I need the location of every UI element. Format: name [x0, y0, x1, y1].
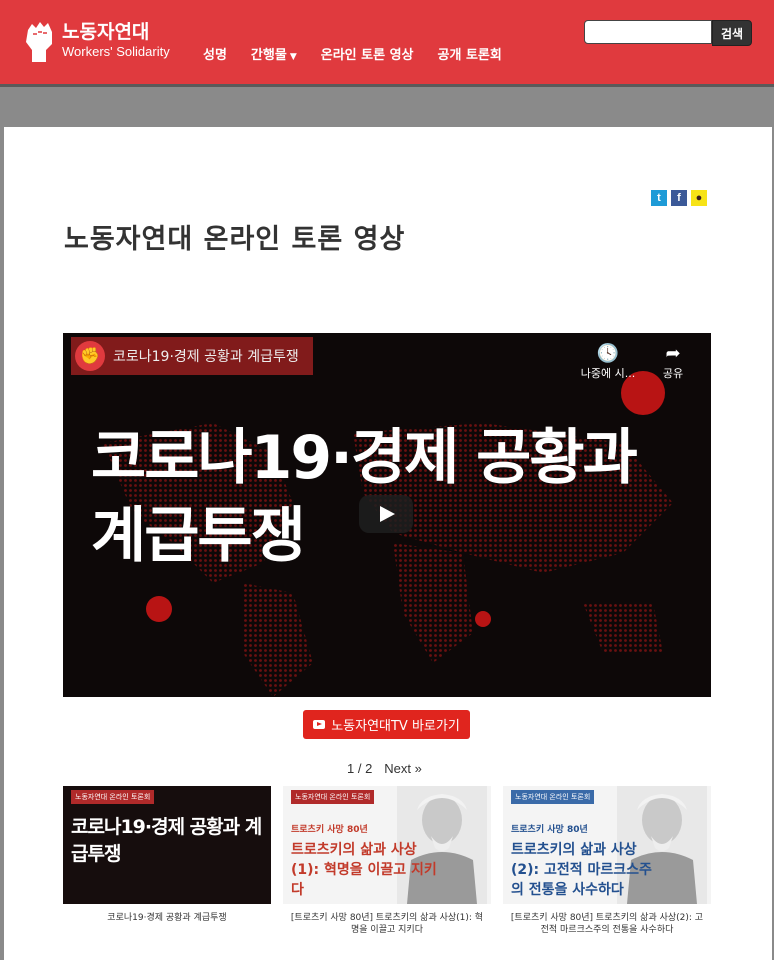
raised-fist-icon — [26, 22, 52, 62]
site-logo[interactable]: 노동자연대 Workers' Solidarity — [22, 18, 170, 64]
nav-item-label: 온라인 토론 영상 — [320, 48, 414, 63]
nav-item-public-forums[interactable]: 공개 토론회 — [438, 44, 502, 63]
video-share-button[interactable]: ➦ 공유 — [653, 343, 693, 381]
youtube-icon — [313, 720, 326, 729]
header-divider — [0, 84, 774, 87]
watch-later-button[interactable]: 🕓 나중에 시... — [573, 343, 643, 381]
thumbnail-subtitle: 트로츠키 사망 80년 — [291, 825, 368, 835]
nav-item-label: 성명 — [203, 48, 227, 63]
thumbnail-tag: 노동자연대 온라인 토론회 — [291, 790, 375, 804]
video-channel-bar[interactable]: ✊ 코로나19·경제 공황과 계급투쟁 — [71, 337, 313, 375]
site-header: 노동자연대 Workers' Solidarity 성명 간행물 ▼ 온라인 토론… — [0, 0, 774, 84]
video-card-title[interactable]: 코로나19·경제 공황과 계급투쟁 — [63, 912, 271, 924]
pagination: 1 / 2 Next » — [347, 761, 422, 776]
next-page-link[interactable]: Next » — [384, 761, 422, 776]
thumbnail-headline: 트로츠키의 삶과 사상(1): 혁명을 이끌고 지키다 — [291, 842, 437, 898]
video-card[interactable]: 노동자연대 온라인 토론회 트로츠키 사망 80년 트로츠키의 삶과 사상(2)… — [503, 786, 711, 936]
thumbnail-tag: 노동자연대 온라인 토론회 — [71, 790, 155, 804]
video-title[interactable]: 코로나19·경제 공황과 계급투쟁 — [113, 346, 299, 366]
video-share-label: 공유 — [662, 367, 684, 380]
video-card-title[interactable]: [트로츠키 사망 80년] 트로츠키의 삶과 사상(1): 혁명을 이끌고 지키… — [283, 912, 491, 936]
video-card[interactable]: 노동자연대 온라인 토론회 코로나19·경제 공황과 계급투쟁 코로나19·경제… — [63, 786, 271, 924]
clock-icon: 🕓 — [596, 343, 620, 364]
nav-item-online-videos[interactable]: 온라인 토론 영상 — [321, 44, 414, 63]
play-button[interactable] — [359, 495, 413, 533]
nav-item-publications[interactable]: 간행물 ▼ — [251, 44, 297, 63]
chevron-down-icon: ▼ — [289, 52, 297, 62]
page-title: 노동자연대 온라인 토론 영상 — [64, 224, 406, 255]
video-card[interactable]: 노동자연대 온라인 토론회 트로츠키 사망 80년 트로츠키의 삶과 사상(1)… — [283, 786, 491, 936]
video-thumbnail[interactable]: 노동자연대 온라인 토론회 트로츠키 사망 80년 트로츠키의 삶과 사상(1)… — [283, 786, 491, 904]
main-nav: 성명 간행물 ▼ 온라인 토론 영상 공개 토론회 — [203, 44, 526, 63]
youtube-channel-label: 노동자연대TV 바로가기 — [331, 719, 460, 734]
search-input[interactable] — [584, 20, 712, 44]
facebook-icon[interactable]: f — [671, 190, 687, 206]
share-buttons: t f ● — [651, 190, 711, 206]
main-content: t f ● 노동자연대 온라인 토론 영상 ✊ 코로나19·경제 공황과 계급투… — [4, 127, 772, 960]
channel-avatar-icon[interactable]: ✊ — [75, 341, 105, 371]
youtube-channel-button[interactable]: 노동자연대TV 바로가기 — [303, 710, 470, 739]
search-form: 검색 — [584, 20, 752, 46]
video-thumbnail[interactable]: 노동자연대 온라인 토론회 코로나19·경제 공황과 계급투쟁 — [63, 786, 271, 904]
nav-item-label: 공개 토론회 — [437, 48, 502, 63]
nav-item-statements[interactable]: 성명 — [203, 44, 227, 63]
play-icon — [380, 506, 395, 522]
watch-later-label: 나중에 시... — [580, 367, 636, 380]
thumbnail-subtitle: 트로츠키 사망 80년 — [511, 825, 588, 835]
logo-korean-name: 노동자연대 — [62, 21, 150, 43]
twitter-icon[interactable]: t — [651, 190, 667, 206]
share-arrow-icon: ➦ — [665, 343, 681, 364]
thumbnail-headline: 코로나19·경제 공황과 계급투쟁 — [71, 816, 262, 865]
video-thumbnail[interactable]: 노동자연대 온라인 토론회 트로츠키 사망 80년 트로츠키의 삶과 사상(2)… — [503, 786, 711, 904]
nav-item-label: 간행물 — [250, 48, 287, 63]
search-button[interactable]: 검색 — [712, 20, 752, 46]
kakaotalk-icon[interactable]: ● — [691, 190, 707, 206]
video-card-title[interactable]: [트로츠키 사망 80년] 트로츠키의 삶과 사상(2): 고전적 마르크스주의… — [503, 912, 711, 936]
thumbnail-headline: 트로츠키의 삶과 사상(2): 고전적 마르크스주의 전통을 사수하다 — [511, 842, 652, 898]
page-indicator: 1 / 2 — [347, 761, 373, 776]
video-player[interactable]: ✊ 코로나19·경제 공황과 계급투쟁 🕓 나중에 시... ➦ 공유 코로나1… — [63, 333, 711, 697]
thumbnail-tag: 노동자연대 온라인 토론회 — [511, 790, 595, 804]
logo-english-name: Workers' Solidarity — [62, 44, 170, 59]
